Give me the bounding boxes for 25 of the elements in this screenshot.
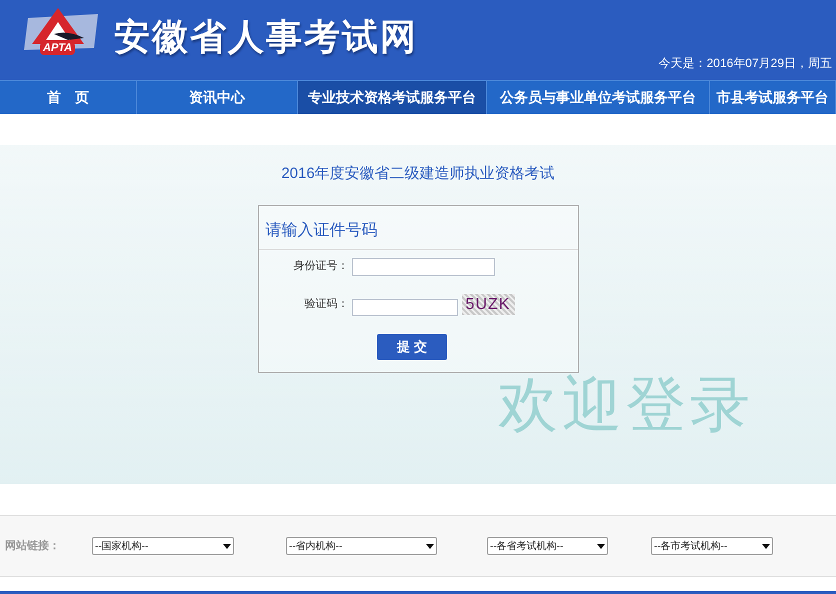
link-select[interactable]: --各市考试机构-- xyxy=(651,537,773,555)
site-title: 安徽省人事考试网 xyxy=(114,15,418,59)
dropdown-caret-icon xyxy=(762,544,770,548)
dropdown-caret-icon xyxy=(426,544,434,548)
links-label: 网站链接： xyxy=(5,538,60,554)
logo-text: APTA xyxy=(40,42,76,55)
field-label: 身份证号： xyxy=(292,259,348,274)
id-number-field[interactable] xyxy=(352,258,494,276)
form-title: 请输入证件号码 xyxy=(258,206,578,250)
captcha-image: 5UZK xyxy=(462,294,514,315)
date-text: 今天是：2016年07月29日，周五 xyxy=(658,55,832,72)
welcome-text: 欢迎登录 xyxy=(498,370,754,440)
link-select[interactable]: --省内机构-- xyxy=(286,537,437,555)
link-select[interactable]: --各省考试机构-- xyxy=(487,537,608,555)
nav-tab[interactable]: 市县考试服务平台 xyxy=(710,81,836,114)
field-label: 验证码： xyxy=(304,297,348,312)
nav-tab[interactable]: 专业技术资格考试服务平台 xyxy=(298,81,487,114)
dropdown-caret-icon xyxy=(223,544,231,548)
captcha-field[interactable] xyxy=(352,299,458,316)
nav-tab[interactable]: 公务员与事业单位考试服务平台 xyxy=(487,81,710,114)
dropdown-caret-icon xyxy=(597,544,605,548)
nav-tab[interactable]: 首 页 xyxy=(0,81,137,114)
link-select[interactable]: --国家机构-- xyxy=(92,537,234,555)
page-title: 2016年度安徽省二级建造师执业资格考试 xyxy=(281,164,555,184)
submit-button[interactable]: 提 交 xyxy=(377,334,447,360)
